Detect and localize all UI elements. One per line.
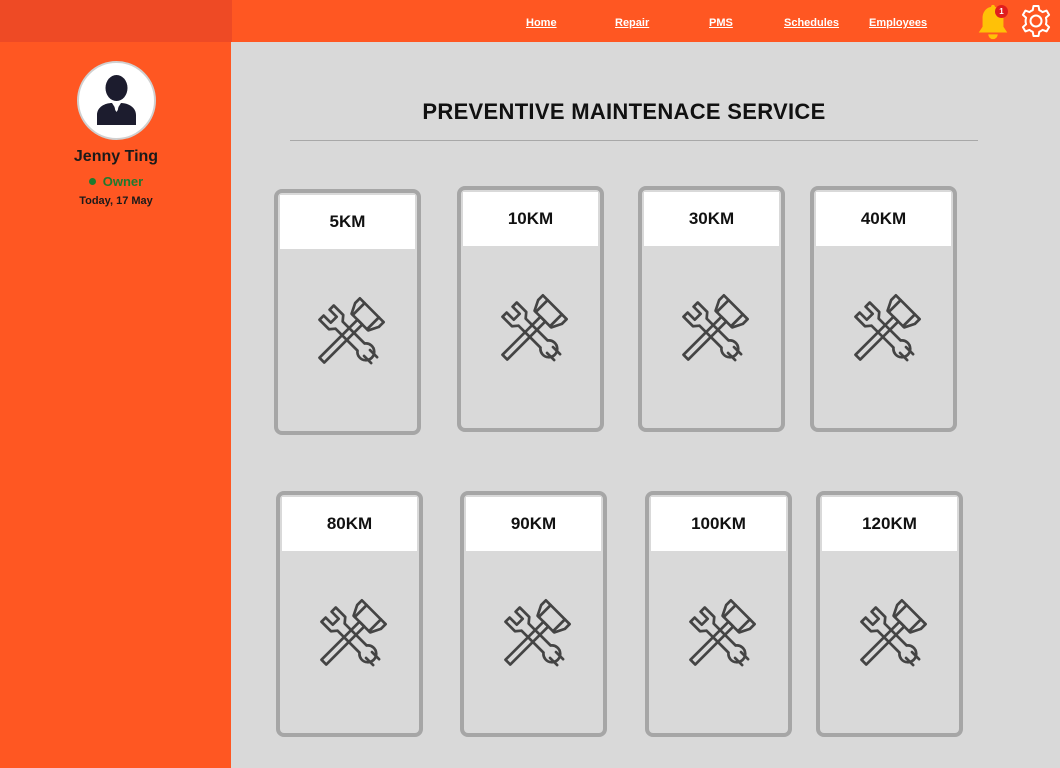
pms-card-120km[interactable]: 120KM	[816, 491, 963, 737]
card-label: 90KM	[466, 497, 601, 551]
nav-link-schedules[interactable]: Schedules	[784, 17, 839, 29]
nav-link-home[interactable]: Home	[526, 17, 557, 29]
sidebar: Jenny Ting Owner Today, 17 May	[0, 42, 231, 768]
card-label: 30KM	[644, 192, 779, 246]
page-title: PREVENTIVE MAINTENACE SERVICE	[422, 99, 826, 124]
pms-card-80km[interactable]: 80KM	[276, 491, 423, 737]
pms-card-30km[interactable]: 30KM	[638, 186, 785, 432]
card-label: 40KM	[816, 192, 951, 246]
card-label: 80KM	[282, 497, 417, 551]
pms-card-5km[interactable]: 5KM	[274, 189, 421, 435]
card-label: 120KM	[822, 497, 957, 551]
nav-link-employees[interactable]: Employees	[869, 17, 927, 29]
title-divider	[290, 140, 978, 141]
tools-icon	[308, 594, 392, 678]
tools-icon	[848, 594, 932, 678]
gear-icon[interactable]	[1018, 3, 1054, 39]
tools-icon	[670, 289, 754, 373]
pms-card-10km[interactable]: 10KM	[457, 186, 604, 432]
user-name: Jenny Ting	[73, 148, 159, 165]
tools-icon	[492, 594, 576, 678]
user-role: Owner	[0, 174, 232, 189]
pms-card-90km[interactable]: 90KM	[460, 491, 607, 737]
pms-card-100km[interactable]: 100KM	[645, 491, 792, 737]
avatar[interactable]	[77, 61, 156, 140]
card-label: 10KM	[463, 192, 598, 246]
status-dot-icon	[88, 178, 96, 186]
nav-link-pms[interactable]: PMS	[709, 17, 733, 29]
pms-card-40km[interactable]: 40KM	[810, 186, 957, 432]
user-role-label: Owner	[102, 174, 144, 189]
sidebar-header-corner	[0, 0, 232, 42]
user-silhouette-icon	[97, 75, 136, 125]
tools-icon	[489, 289, 573, 373]
tools-icon	[677, 594, 761, 678]
tools-icon	[306, 292, 390, 376]
notification-badge: 1	[995, 5, 1008, 18]
nav-link-repair[interactable]: Repair	[615, 17, 649, 29]
current-date: Today, 17 May	[79, 195, 153, 207]
card-label: 5KM	[280, 195, 415, 249]
tools-icon	[842, 289, 926, 373]
card-label: 100KM	[651, 497, 786, 551]
